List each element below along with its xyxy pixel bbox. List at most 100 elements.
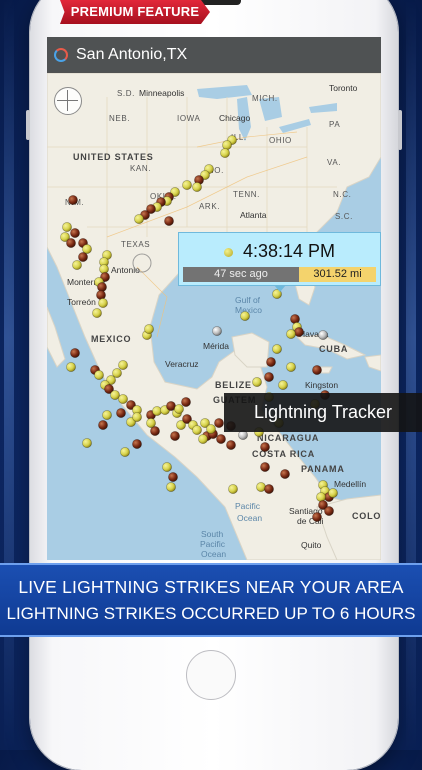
map-label-state: TEXAS (121, 240, 150, 249)
strike-marker-old[interactable] (170, 431, 180, 441)
strike-marker-old[interactable] (68, 195, 78, 205)
baja-land (47, 306, 66, 368)
map-label-water: Pacific (235, 501, 261, 511)
map-label-water: Ocean (201, 549, 226, 559)
map-label-state: MICH. (252, 94, 278, 103)
strike-distance: 301.52 mi (299, 267, 376, 282)
strike-marker-old[interactable] (312, 365, 322, 375)
strike-marker-old[interactable] (226, 440, 236, 450)
strike-marker-old[interactable] (98, 420, 108, 430)
strike-marker-recent[interactable] (192, 425, 202, 435)
strike-marker-old[interactable] (168, 472, 178, 482)
strike-marker-old[interactable] (96, 290, 106, 300)
strike-marker-old[interactable] (280, 469, 290, 479)
strike-marker-recent[interactable] (192, 182, 202, 192)
strike-marker-recent[interactable] (92, 308, 102, 318)
promo-line-1: LIVE LIGHTNING STRIKES NEAR YOUR AREA (18, 577, 404, 597)
strike-marker-recent[interactable] (144, 324, 154, 334)
strike-marker-old[interactable] (264, 372, 274, 382)
map-view[interactable]: S.D. Minneapolis MICH. Toronto NEB. IOWA Chica… (47, 37, 381, 560)
strike-marker-recent[interactable] (182, 180, 192, 190)
strike-marker-recent[interactable] (120, 447, 130, 457)
strike-marker-recent[interactable] (286, 329, 296, 339)
map-label-state: S.D. (117, 89, 135, 98)
strike-marker-old[interactable] (70, 228, 80, 238)
strike-marker-old[interactable] (266, 357, 276, 367)
home-button[interactable] (186, 650, 236, 700)
map-label-state: N.C. (333, 190, 351, 199)
strike-marker-recent[interactable] (82, 438, 92, 448)
strike-marker-old[interactable] (116, 408, 126, 418)
strike-marker-recent[interactable] (112, 368, 122, 378)
strike-marker-old[interactable] (214, 418, 224, 428)
map-label-water: Gulf of (235, 295, 261, 305)
strike-marker-old[interactable] (164, 216, 174, 226)
strike-marker-recent[interactable] (118, 394, 128, 404)
strike-marker-old[interactable] (66, 238, 76, 248)
strike-marker-recent[interactable] (62, 222, 72, 232)
strike-marker-recent[interactable] (134, 214, 144, 224)
strike-marker-old[interactable] (78, 252, 88, 262)
strike-marker-recent[interactable] (240, 311, 250, 321)
strike-marker-recent[interactable] (286, 362, 296, 372)
strike-marker-recent[interactable] (146, 418, 156, 428)
map-label-city: Medellín (334, 479, 366, 489)
premium-feature-banner: PREMIUM FEATURE (60, 0, 210, 24)
strike-marker-old[interactable] (181, 397, 191, 407)
location-icon (54, 48, 68, 62)
strike-marker-old[interactable] (324, 506, 334, 516)
strike-marker-gray[interactable] (212, 326, 222, 336)
strike-marker-recent[interactable] (174, 404, 184, 414)
strike-marker-gray[interactable] (318, 330, 328, 340)
strike-marker-old[interactable] (132, 439, 142, 449)
strike-marker-recent[interactable] (222, 140, 232, 150)
strike-marker-recent[interactable] (132, 412, 142, 422)
strike-marker-recent[interactable] (166, 482, 176, 492)
map-label-country: UNITED STATES (73, 152, 154, 162)
strike-marker-recent[interactable] (198, 434, 208, 444)
location-bar[interactable]: San Antonio,TX (47, 37, 381, 73)
strike-marker-recent[interactable] (98, 298, 108, 308)
map-label-state: IOWA (177, 114, 200, 123)
map-label-country: BELIZE (215, 380, 252, 390)
strike-marker-old[interactable] (216, 434, 226, 444)
strike-marker-old[interactable] (264, 484, 274, 494)
strike-marker-recent[interactable] (278, 380, 288, 390)
strike-marker-recent[interactable] (316, 492, 326, 502)
map-label-state: ARK. (199, 202, 220, 211)
map-label-city: Torreón (67, 297, 96, 307)
strike-marker-old[interactable] (290, 314, 300, 324)
strike-marker-recent[interactable] (206, 424, 216, 434)
strike-marker-old[interactable] (70, 348, 80, 358)
strike-marker-old[interactable] (260, 462, 270, 472)
map-label-state: VA. (327, 158, 341, 167)
phone-side-button (398, 110, 402, 150)
strike-marker-recent[interactable] (72, 260, 82, 270)
map-label-water: South (201, 529, 223, 539)
strike-marker-recent[interactable] (66, 362, 76, 372)
popup-pointer (274, 285, 286, 292)
strike-marker-recent[interactable] (118, 360, 128, 370)
strike-marker-recent[interactable] (328, 488, 338, 498)
recenter-button[interactable] (54, 87, 82, 115)
promo-strip: LIVE LIGHTNING STRIKES NEAR YOUR AREA LI… (0, 563, 422, 637)
strike-dot-icon (223, 247, 233, 257)
map-label-state: PA (329, 120, 340, 129)
strike-marker-recent[interactable] (252, 377, 262, 387)
strike-marker-recent[interactable] (220, 148, 230, 158)
strike-marker-recent[interactable] (94, 370, 104, 380)
strike-marker-old[interactable] (294, 327, 304, 337)
strike-marker-recent[interactable] (102, 410, 112, 420)
map-label-state: OHIO (269, 136, 292, 145)
phone-side-button (26, 110, 30, 140)
strike-marker-recent[interactable] (272, 344, 282, 354)
strike-info-popup[interactable]: 4:38:14 PM 47 sec ago 301.52 mi (178, 232, 381, 292)
map-label-state: S.C. (335, 212, 353, 221)
strike-marker-old[interactable] (312, 512, 322, 522)
strike-marker-recent[interactable] (228, 484, 238, 494)
strike-marker-recent[interactable] (162, 462, 172, 472)
strike-marker-recent[interactable] (256, 482, 266, 492)
strike-marker-old[interactable] (260, 442, 270, 452)
strike-time: 4:38:14 PM (179, 241, 380, 262)
map-label-city: Kingston (305, 380, 338, 390)
